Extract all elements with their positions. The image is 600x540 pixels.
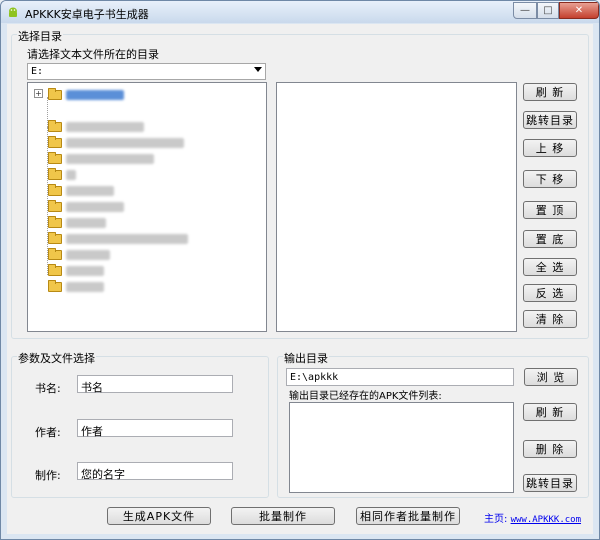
apk-file-list[interactable] — [289, 402, 514, 493]
apk-list-label: 输出目录已经存在的APK文件列表: — [289, 391, 442, 402]
folder-icon — [48, 184, 62, 196]
tree-item[interactable] — [66, 202, 124, 212]
tree-item-selected[interactable] — [66, 90, 124, 100]
homepage-link[interactable]: 主页: www.APKKK.com — [484, 510, 581, 525]
refresh-button[interactable]: 刷 新 — [523, 83, 577, 101]
invert-selection-button[interactable]: 反 选 — [523, 284, 577, 302]
client-area: 选择目录 请选择文本文件所在的目录 E: + 刷 新 跳转目录 上 移 下 移 … — [7, 24, 593, 534]
homepage-label: 主页: — [484, 514, 508, 525]
folder-icon — [48, 248, 62, 260]
text-file-list[interactable] — [276, 82, 517, 332]
close-button[interactable]: ✕ — [559, 2, 599, 19]
title-bar[interactable]: APKKK安卓电子书生成器 — □ ✕ — [1, 1, 599, 23]
tree-item[interactable] — [66, 154, 154, 164]
move-to-bottom-button[interactable]: 置 底 — [523, 230, 577, 248]
move-to-top-button[interactable]: 置 顶 — [523, 201, 577, 219]
output-path-input[interactable]: E:\apkkk — [286, 368, 514, 386]
window-title: APKKK安卓电子书生成器 — [25, 8, 149, 21]
tree-expand-icon[interactable]: + — [34, 89, 43, 98]
select-all-button[interactable]: 全 选 — [523, 258, 577, 276]
tree-item[interactable] — [66, 138, 184, 148]
book-name-input[interactable]: 书名 — [77, 375, 233, 394]
homepage-url: www.APKKK.com — [510, 515, 582, 525]
folder-icon — [48, 264, 62, 276]
move-down-button[interactable]: 下 移 — [523, 170, 577, 188]
apk-refresh-button[interactable]: 刷 新 — [523, 403, 577, 421]
folder-icon — [48, 88, 62, 100]
main-window: APKKK安卓电子书生成器 — □ ✕ 选择目录 请选择文本文件所在的目录 E:… — [0, 0, 600, 540]
book-name-label: 书名: — [35, 382, 61, 395]
tree-item[interactable] — [66, 250, 110, 260]
browse-button[interactable]: 浏 览 — [524, 368, 578, 386]
folder-icon — [48, 168, 62, 180]
dropdown-arrow-icon — [254, 67, 262, 72]
tree-item[interactable] — [66, 122, 144, 132]
generate-apk-button[interactable]: 生成APK文件 — [107, 507, 211, 525]
same-author-batch-button[interactable]: 相同作者批量制作 — [356, 507, 460, 525]
maker-input[interactable]: 您的名字 — [77, 462, 233, 481]
folder-icon — [48, 200, 62, 212]
folder-icon — [48, 120, 62, 132]
tree-item[interactable] — [66, 282, 104, 292]
select-directory-group-title: 选择目录 — [17, 28, 63, 44]
clear-button[interactable]: 清 除 — [523, 310, 577, 328]
apk-delete-button[interactable]: 删 除 — [523, 440, 577, 458]
tree-item[interactable] — [66, 218, 106, 228]
output-directory-group-title: 输出目录 — [283, 350, 329, 366]
tree-item[interactable] — [66, 186, 114, 196]
author-label: 作者: — [35, 426, 61, 439]
drive-select[interactable]: E: — [27, 63, 266, 80]
drive-select-value: E: — [31, 66, 44, 77]
minimize-button[interactable]: — — [513, 2, 537, 19]
parameters-group-title: 参数及文件选择 — [17, 350, 96, 366]
move-up-button[interactable]: 上 移 — [523, 139, 577, 157]
tree-item[interactable] — [66, 234, 188, 244]
android-app-icon — [9, 7, 17, 17]
folder-icon — [48, 280, 62, 292]
batch-build-button[interactable]: 批量制作 — [231, 507, 335, 525]
apk-goto-directory-button[interactable]: 跳转目录 — [523, 474, 577, 492]
tree-item[interactable] — [66, 170, 76, 180]
author-input[interactable]: 作者 — [77, 419, 233, 438]
directory-tree[interactable]: + — [27, 82, 267, 332]
maker-label: 制作: — [35, 469, 61, 482]
tree-item[interactable] — [66, 266, 104, 276]
directory-prompt-label: 请选择文本文件所在的目录 — [27, 48, 159, 61]
goto-directory-button[interactable]: 跳转目录 — [523, 111, 577, 129]
output-path-value: E:\apkkk — [290, 372, 339, 383]
folder-icon — [48, 232, 62, 244]
folder-icon — [48, 136, 62, 148]
folder-icon — [48, 152, 62, 164]
maximize-button[interactable]: □ — [537, 2, 559, 19]
folder-icon — [48, 216, 62, 228]
